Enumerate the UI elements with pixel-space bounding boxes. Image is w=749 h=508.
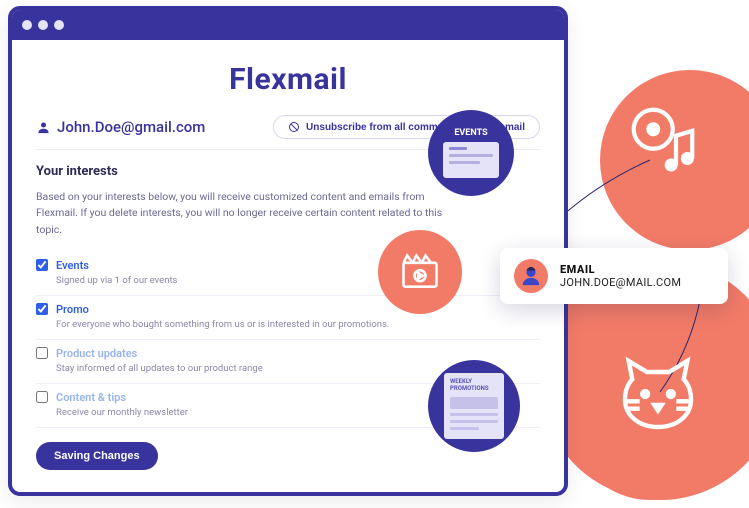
interest-item: Promo For everyone who bought something … <box>36 296 540 340</box>
user-email: John.Doe@gmail.com <box>36 118 205 136</box>
email-card-value: JOHN.DOE@MAIL.COM <box>560 276 681 289</box>
window-titlebar <box>12 10 564 40</box>
interest-toggle[interactable]: Events <box>36 259 540 272</box>
video-badge <box>378 230 462 314</box>
window-control-dot <box>38 20 48 30</box>
events-badge-label: EVENTS <box>454 128 487 138</box>
document-icon <box>443 142 499 178</box>
interest-checkbox[interactable] <box>36 303 48 315</box>
interest-checkbox[interactable] <box>36 259 48 271</box>
interest-label: Promo <box>56 303 89 316</box>
avatar <box>514 259 548 293</box>
interest-checkbox[interactable] <box>36 347 48 359</box>
clapperboard-icon <box>398 250 442 294</box>
user-email-text: John.Doe@gmail.com <box>57 118 205 136</box>
interest-description: Signed up via 1 of our events <box>36 275 540 286</box>
music-icon <box>624 100 702 178</box>
interest-item: Events Signed up via 1 of our events <box>36 252 540 296</box>
interest-label: Product updates <box>56 347 137 360</box>
interests-intro: Based on your interests below, you will … <box>36 189 456 238</box>
save-button[interactable]: Saving Changes <box>36 442 158 470</box>
window-control-dot <box>22 20 32 30</box>
brand-logo: Flexmail <box>36 62 540 97</box>
promotions-line2: PROMOTIONS <box>450 385 489 392</box>
promotions-badge: WEEKLY PROMOTIONS <box>428 360 520 452</box>
user-icon <box>36 120 51 135</box>
promotions-card-icon: WEEKLY PROMOTIONS <box>444 373 504 439</box>
interest-toggle[interactable]: Product updates <box>36 347 540 360</box>
ban-icon <box>288 121 300 133</box>
email-card-label: EMAIL <box>560 263 681 276</box>
email-card: EMAIL JOHN.DOE@MAIL.COM <box>500 248 728 304</box>
cat-icon <box>614 350 702 438</box>
interest-toggle[interactable]: Promo <box>36 303 540 316</box>
interest-label: Events <box>56 259 89 272</box>
interest-description: For everyone who bought something from u… <box>36 319 540 330</box>
events-badge: EVENTS <box>428 110 514 196</box>
window-control-dot <box>54 20 64 30</box>
interest-checkbox[interactable] <box>36 391 48 403</box>
interest-label: Content & tips <box>56 391 126 404</box>
avatar-icon <box>520 265 542 287</box>
